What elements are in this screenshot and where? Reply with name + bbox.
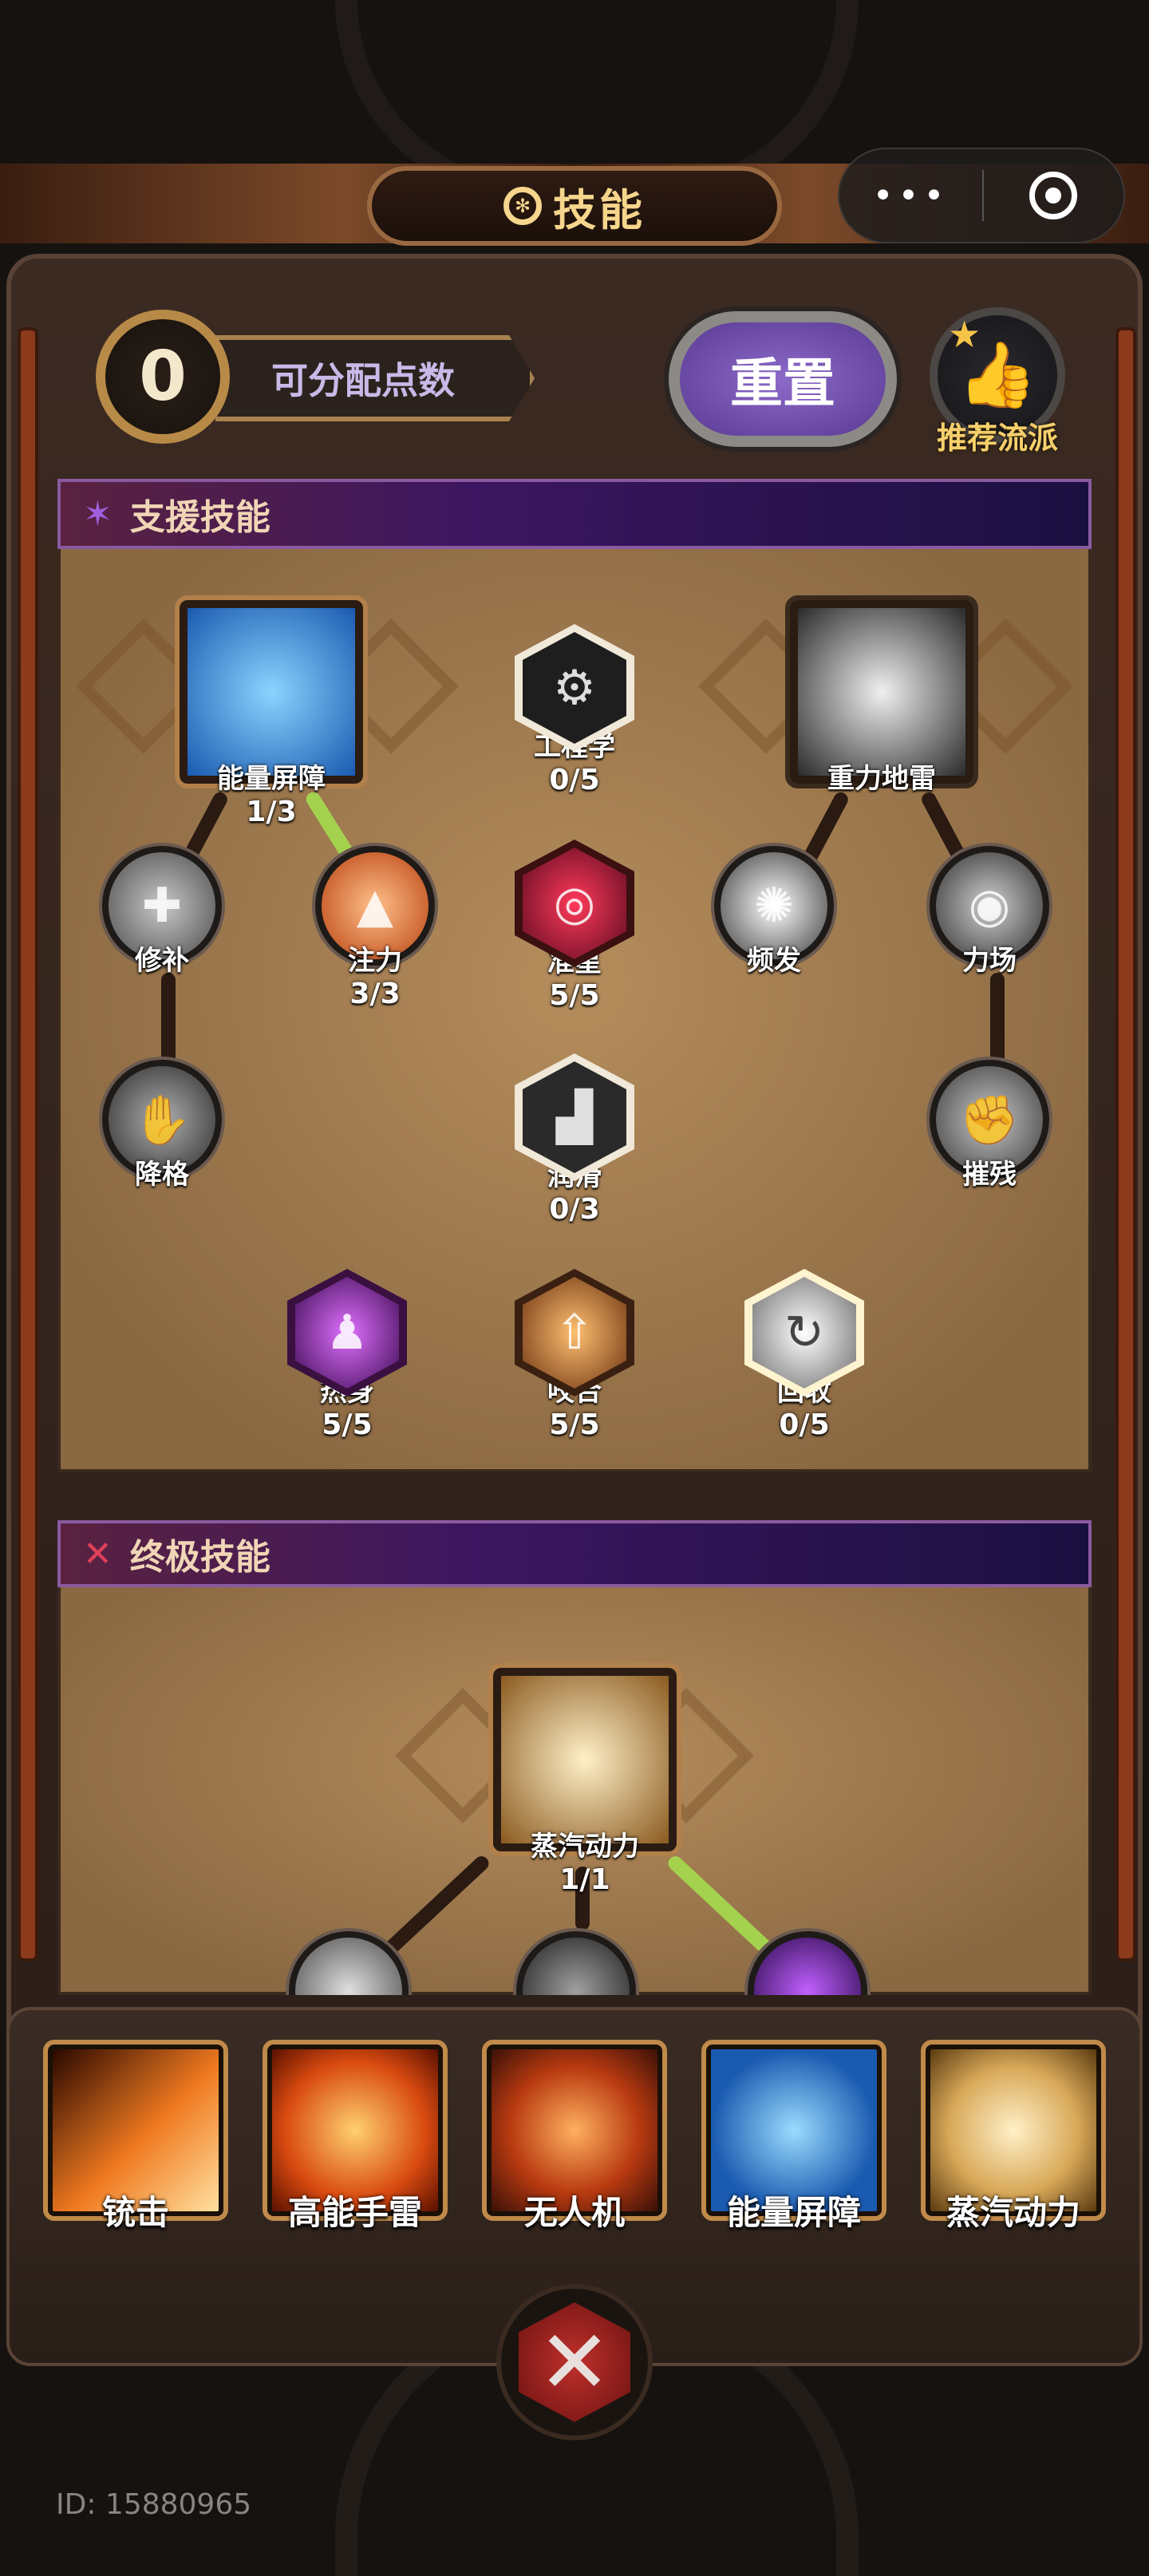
equipped-slot-2[interactable]: 高能手雷	[263, 2040, 448, 2234]
frame-side-right	[1115, 327, 1136, 1962]
points-counter: 0	[96, 310, 230, 444]
more-menu-button[interactable]: •••	[839, 176, 982, 216]
user-id: ID: 15880965	[56, 2488, 252, 2521]
frame-side-left	[18, 327, 38, 1962]
close-icon: ✕	[519, 2302, 630, 2422]
ultimate-next-row	[57, 1915, 1092, 1995]
warm-up-icon: ♟	[287, 1269, 407, 1397]
skill-node-warm-up[interactable]: ♟ 热身 5/5	[287, 1269, 407, 1441]
aim-icon: ◎	[515, 840, 634, 967]
engineering-icon: ⚙	[515, 624, 634, 752]
skill-node-burst[interactable]: ✺ 频发	[714, 846, 834, 978]
crossed-swords-icon: ✕	[83, 1533, 113, 1574]
skill-node-engineering[interactable]: ⚙ 工程学 0/5	[515, 624, 634, 796]
recommend-build-label[interactable]: 推荐流派	[910, 413, 1085, 457]
equipped-slot-1[interactable]: 铳击	[43, 2040, 228, 2234]
skill-node-partial[interactable]	[289, 1931, 409, 1995]
skill-node-partial[interactable]	[516, 1931, 636, 1995]
page-title: 技能	[553, 184, 646, 235]
mini-program-capsule: •••	[838, 148, 1125, 243]
star-icon: ★	[948, 313, 981, 356]
skill-link	[990, 973, 1005, 1065]
skill-node-cripple[interactable]: ✊ 摧残	[930, 1060, 1049, 1191]
skill-node-bite[interactable]: ⇧ 咬合 5/5	[515, 1269, 634, 1441]
skill-link	[161, 973, 176, 1065]
support-skills-header: ✶ 支援技能	[57, 479, 1092, 549]
ultimate-skills-header: ✕ 终极技能	[57, 1520, 1092, 1587]
skill-node-partial[interactable]	[748, 1931, 867, 1995]
skill-node-downgrade[interactable]: ✋ 降格	[102, 1060, 222, 1191]
recycle-icon: ↻	[744, 1269, 864, 1397]
skill-node-repair[interactable]: ✚ 修补	[102, 846, 222, 978]
skill-node-force-field[interactable]: ◉ 力场	[930, 846, 1049, 978]
skill-node-recycle[interactable]: ↻ 回收 0/5	[744, 1269, 864, 1441]
skill-node-injection[interactable]: ▲ 注力 3/3	[315, 846, 435, 1010]
skill-node-lubricate[interactable]: ▟ 润滑 0/3	[515, 1053, 634, 1226]
skill-node-steam-power[interactable]: 蒸汽动力 1/1	[488, 1663, 681, 1896]
points-label: 可分配点数	[215, 335, 535, 421]
close-mini-program-button[interactable]	[984, 172, 1123, 219]
ultimate-section-title: 终极技能	[129, 1537, 270, 1578]
gear-icon: ✻	[503, 187, 542, 225]
support-section-title: 支援技能	[129, 497, 270, 538]
bite-icon: ⇧	[515, 1269, 634, 1397]
skill-node-aim[interactable]: ◎ 准星 5/5	[515, 840, 634, 1012]
reset-button[interactable]: 重置	[669, 311, 897, 447]
equipped-slot-3[interactable]: 无人机	[482, 2040, 667, 2234]
target-icon	[1029, 172, 1078, 219]
close-button[interactable]: ✕	[496, 2284, 653, 2440]
lubricate-icon: ▟	[515, 1053, 634, 1181]
equipped-slot-4[interactable]: 能量屏障	[701, 2040, 886, 2234]
support-section-icon: ✶	[83, 493, 113, 535]
equipped-slot-5[interactable]: 蒸汽动力	[921, 2040, 1106, 2234]
skill-node-energy-shield[interactable]: 能量屏障 1/3	[175, 595, 368, 828]
title-plate: ✻ 技能	[367, 166, 782, 246]
skill-node-gravity-mine[interactable]: 重力地雷	[785, 595, 978, 796]
